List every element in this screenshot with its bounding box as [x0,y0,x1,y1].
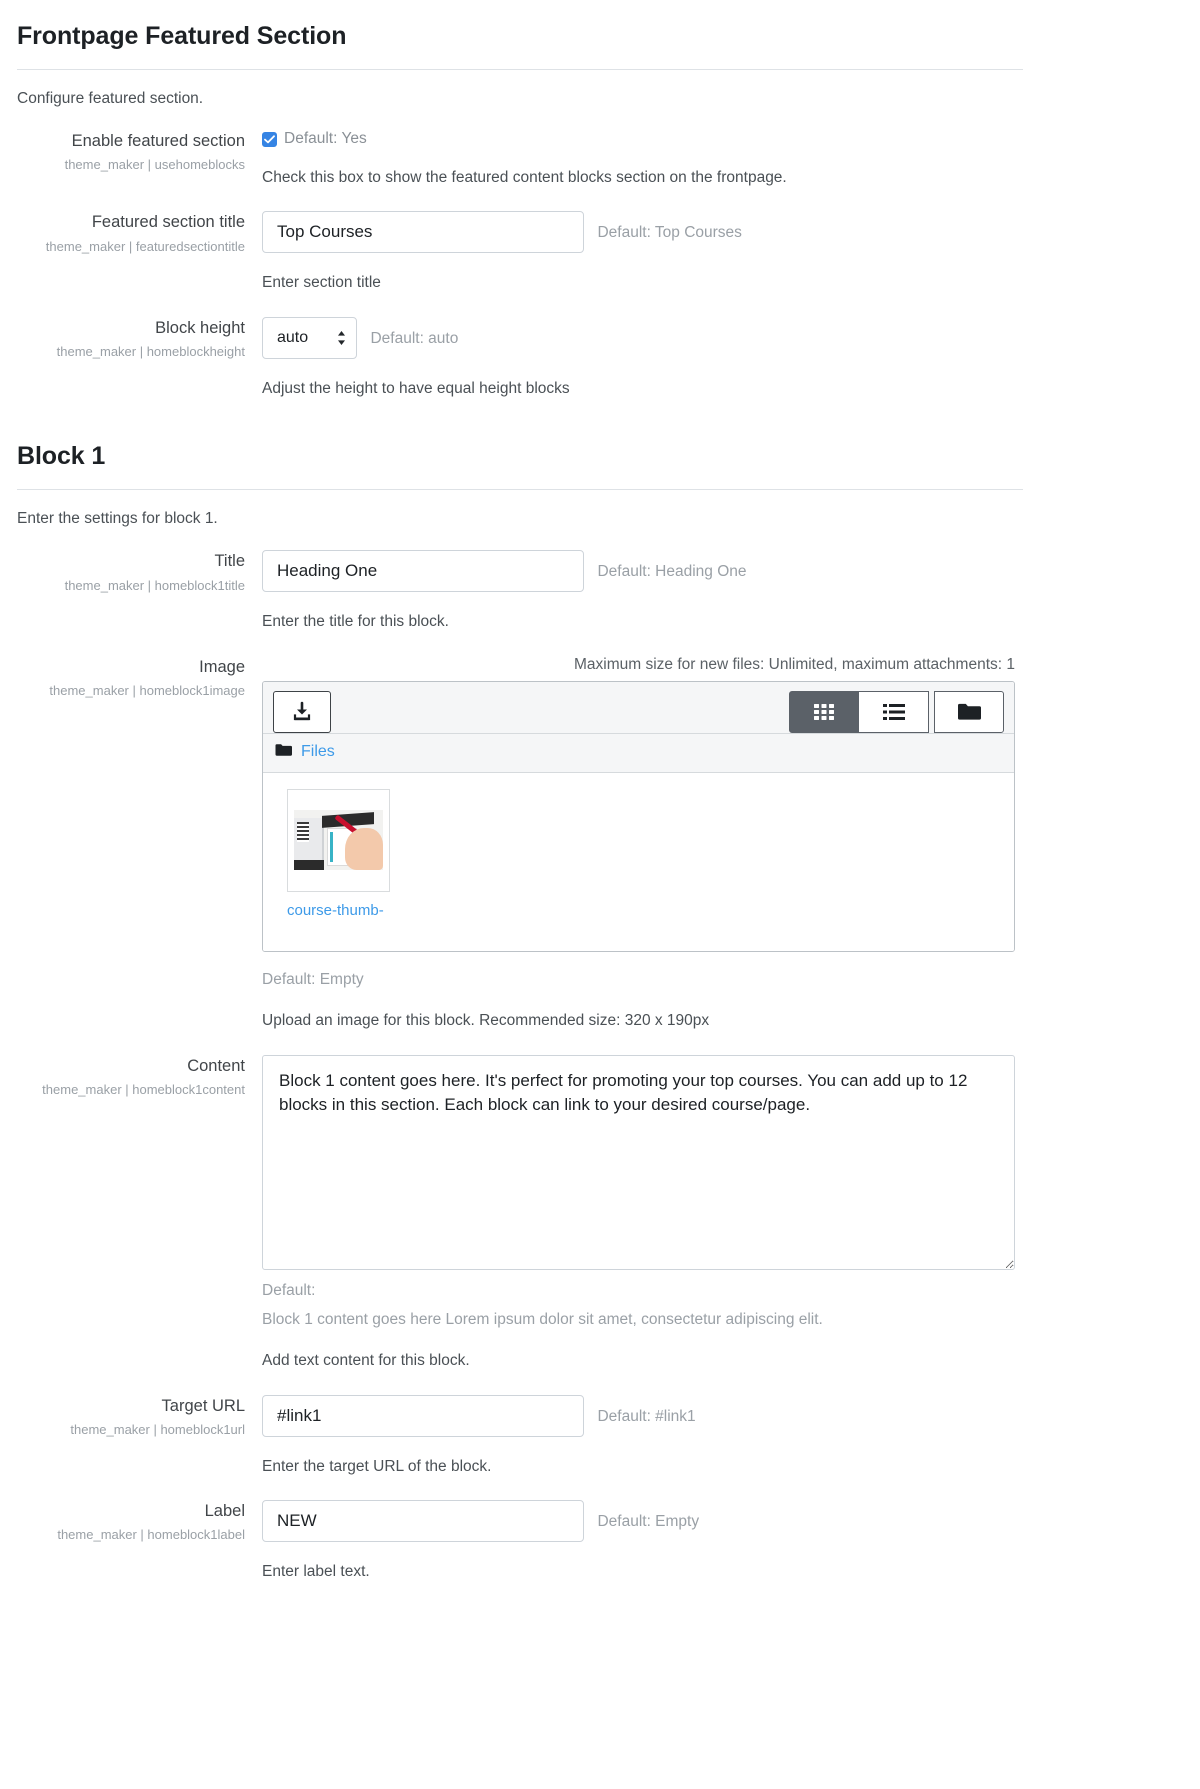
list-view-icon [882,703,905,720]
field-control-block-height: auto Default: auto Adjust the height to … [262,316,1040,400]
default-value-block1-image: Default: Empty [262,970,364,988]
label-block-height: Block height theme_maker | homeblockheig… [0,317,262,363]
field-label: Block height [155,318,245,337]
upload-icon [293,701,311,720]
file-manager-breadcrumb: Files [263,733,1014,773]
list-view-button[interactable] [859,690,929,733]
field-control-block1-title: Default: Heading One Enter the title for… [262,550,1040,633]
help-text-enable-featured-section: Check this box to show the featured cont… [262,169,787,186]
checkbox-line: Default: Yes [262,130,1040,148]
field-setting-name: theme_maker | usehomeblocks [64,157,245,173]
field-label: Target URL [161,1396,245,1415]
field-label: Content [187,1056,245,1075]
help-text-block-height: Adjust the height to have equal height b… [262,379,570,397]
field-setting-name: theme_maker | homeblock1image [49,683,245,699]
field-setting-name: theme_maker | featuredsectiontitle [45,238,245,254]
default-value-block1-title: Default: Heading One [597,563,747,581]
field-setting-name: theme_maker | homeblock1url [70,1422,245,1437]
help-text-block1-target-url: Enter the target URL of the block. [262,1457,492,1475]
default-value-block1-target-url: Default: #link1 [597,1407,696,1425]
max-upload-size-note: Maximum size for new files: Unlimited, m… [573,655,1015,673]
frontpage-featured-section-header: Frontpage Featured Section [0,0,1040,51]
label-block1-title: Title theme_maker | homeblock1title [0,550,262,596]
field-control-enable-featured-section: Default: Yes Check this box to show the … [262,130,1040,189]
field-row-block1-label: Label theme_maker | homeblock1label Defa… [0,1478,1040,1583]
field-label: Image [199,657,245,676]
course-thumbnail-image [294,810,383,871]
block-height-select[interactable]: auto [262,316,357,359]
file-name-label[interactable]: course-thumb- [287,902,390,921]
default-value-featured-section-title: Default: Top Courses [597,224,742,242]
featured-section-title-input[interactable] [262,211,584,254]
field-control-block1-label: Default: Empty Enter label text. [262,1500,1040,1583]
block1-description: Enter the settings for block 1. [17,510,218,528]
field-control-block1-target-url: Default: #link1 Enter the target URL of … [262,1394,1040,1478]
file-manager: Files course-thumb- [262,680,1015,952]
grid-view-icon [814,703,834,720]
field-control-block1-image: Maximum size for new files: Unlimited, m… [262,656,1040,1033]
help-text-block1-title: Enter the title for this block. [262,613,449,631]
field-setting-name: theme_maker | homeblock1title [64,577,245,593]
checkmark-icon [264,134,275,143]
label-block1-image: Image theme_maker | homeblock1image [0,656,262,702]
block1-target-url-input[interactable] [262,1394,584,1437]
section-description: Configure featured section. [17,90,204,107]
view-mode-button-group [789,690,1004,733]
label-block1-content: Content theme_maker | homeblock1content [0,1055,262,1101]
grid-view-button[interactable] [789,690,859,733]
file-manager-toolbar [263,681,1014,734]
help-text-block1-image: Upload an image for this block. Recommen… [262,1012,710,1030]
field-setting-name: theme_maker | homeblock1content [42,1082,245,1098]
block1-label-input[interactable] [262,1500,584,1543]
field-control-featured-section-title: Default: Top Courses Enter section title [262,211,1040,294]
field-row-block-height: Block height theme_maker | homeblockheig… [0,295,1040,400]
add-file-button[interactable] [273,690,331,733]
page-title: Frontpage Featured Section [17,22,347,50]
label-block1-label: Label theme_maker | homeblock1label [0,1500,262,1546]
label-enable-featured-section: Enable featured section theme_maker | us… [0,130,262,176]
label-featured-section-title: Featured section title theme_maker | fea… [0,211,262,257]
field-row-block1-title: Title theme_maker | homeblock1title Defa… [0,528,1040,633]
default-value-block1-content: Block 1 content goes here Lorem ipsum do… [262,1310,823,1328]
default-label-block1-content: Default: [262,1281,316,1299]
folder-tree-icon [958,704,981,720]
field-setting-name: theme_maker | homeblock1label [57,1527,245,1543]
field-row-featured-section-title: Featured section title theme_maker | fea… [0,189,1040,294]
block1-title-input[interactable] [262,550,584,593]
label-block1-target-url: Target URL theme_maker | homeblock1url [0,1395,262,1441]
folder-icon [275,743,292,762]
checkbox-default-label: Default: Yes [284,130,367,147]
block1-section-header: Block 1 [0,400,1040,471]
block1-content-textarea[interactable] [262,1054,1015,1270]
default-value-block-height: Default: auto [370,329,459,347]
file-item[interactable]: course-thumb- [287,788,390,921]
block1-title: Block 1 [17,442,106,471]
field-row-enable-featured-section: Enable featured section theme_maker | us… [0,108,1040,189]
field-control-block1-content: Default: Block 1 content goes here Lorem… [262,1054,1040,1373]
field-row-block1-target-url: Target URL theme_maker | homeblock1url D… [0,1373,1040,1478]
settings-page: Frontpage Featured Section Configure fea… [0,0,1040,1584]
file-manager-file-list: course-thumb- [263,772,1014,951]
breadcrumb-files-link[interactable]: Files [301,743,335,761]
help-text-block1-label: Enter label text. [262,1563,370,1581]
help-text-featured-section-title: Enter section title [262,274,381,292]
field-label: Featured section title [91,213,245,232]
field-label: Title [214,552,245,571]
field-label: Enable featured section [71,132,245,150]
field-label: Label [204,1502,245,1521]
field-row-block1-content: Content theme_maker | homeblock1content … [0,1033,1040,1373]
field-setting-name: theme_maker | homeblockheight [56,344,245,360]
enable-featured-section-checkbox[interactable] [262,131,277,147]
block-height-select-wrap: auto [262,316,357,359]
file-thumbnail[interactable] [287,788,390,892]
folder-tree-view-button[interactable] [934,690,1004,733]
help-text-block1-content: Add text content for this block. [262,1352,470,1370]
field-row-block1-image: Image theme_maker | homeblock1image Maxi… [0,634,1040,1033]
default-value-block1-label: Default: Empty [597,1513,700,1531]
